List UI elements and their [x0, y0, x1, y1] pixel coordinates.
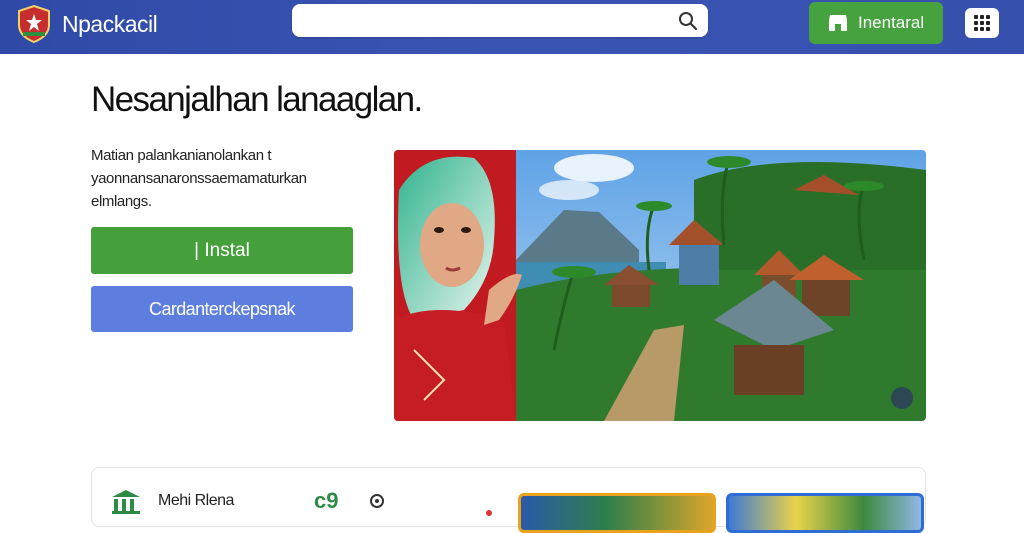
secondary-action-button[interactable]: Cardanterckepsnak	[91, 286, 353, 332]
grid-menu-icon	[974, 15, 990, 31]
notification-dot	[486, 510, 492, 516]
hero-description: Matian palankanianolankan t yaonnansanar…	[91, 147, 307, 210]
header-install-button[interactable]: Inentaral	[809, 2, 943, 44]
hero-image	[394, 150, 926, 421]
feature-card: Mehi Rlena c9	[91, 467, 926, 533]
card-stat: c9	[314, 488, 339, 513]
thumbnail-card[interactable]	[726, 493, 924, 533]
card-label: Mehi Rlena	[158, 492, 234, 509]
header-install-label: Inentaral	[858, 13, 925, 32]
search-input[interactable]	[302, 10, 662, 32]
hero-title: Nesanjalhan lanaaglan.	[91, 80, 423, 119]
search-bar[interactable]	[292, 4, 708, 37]
flag-emblem-icon[interactable]	[17, 4, 51, 44]
settings-glyph-icon[interactable]	[369, 493, 385, 509]
search-icon[interactable]	[678, 11, 698, 31]
brand-name[interactable]: Npackacil	[62, 11, 158, 38]
top-navigation-bar: Npackacil Inentaral	[0, 0, 1024, 54]
grid-menu-button[interactable]	[965, 8, 999, 38]
install-button[interactable]: | Instal	[91, 227, 353, 274]
thumbnail-card[interactable]	[518, 493, 716, 533]
bank-icon	[112, 490, 140, 514]
store-icon	[829, 15, 847, 31]
